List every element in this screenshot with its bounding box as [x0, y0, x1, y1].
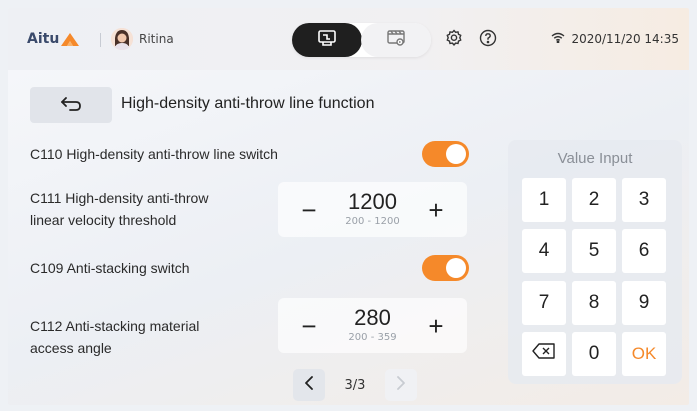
help-icon — [479, 29, 497, 51]
help-button[interactable] — [478, 29, 498, 51]
setting-label-c110: C110 High-density anti-throw line switch — [30, 146, 278, 162]
page-title: High-density anti-throw line function — [121, 95, 375, 112]
setting-label-c112-line2: access angle — [30, 340, 112, 356]
setting-label-c111-line1: C111 High-density anti-throw — [30, 190, 209, 206]
sewing-mode-icon — [317, 29, 337, 51]
stepper-value[interactable]: 1200 — [328, 189, 417, 215]
setting-label-c112-line1: C112 Anti-stacking material — [30, 318, 200, 334]
sewing-mode-button[interactable] — [292, 23, 362, 57]
stepper-value[interactable]: 280 — [328, 305, 417, 331]
decrement-button[interactable]: − — [293, 194, 325, 226]
datetime-text: 2020/11/20 14:35 — [571, 32, 679, 46]
user-name[interactable]: Ritina — [139, 32, 174, 46]
video-mode-icon — [386, 29, 406, 51]
key-8[interactable]: 8 — [572, 281, 616, 325]
stepper-range: 200 - 359 — [348, 332, 397, 343]
key-0[interactable]: 0 — [572, 332, 616, 376]
next-page-button[interactable] — [385, 369, 417, 401]
increment-button[interactable]: + — [420, 310, 452, 342]
key-2[interactable]: 2 — [572, 178, 616, 222]
key-4[interactable]: 4 — [522, 229, 566, 273]
key-9[interactable]: 9 — [622, 281, 666, 325]
key-7[interactable]: 7 — [522, 281, 566, 325]
key-backspace[interactable] — [522, 332, 566, 376]
chevron-left-icon — [304, 375, 314, 395]
setting-label-c111-line2: linear velocity threshold — [30, 212, 177, 228]
c110-toggle[interactable] — [422, 141, 469, 167]
avatar[interactable] — [111, 28, 133, 50]
c111-stepper: − 1200 200 - 1200 + — [278, 182, 467, 237]
app-screen: Aitu Ritina 2020/11/20 14:35 High-densit… — [8, 8, 689, 405]
back-button[interactable] — [30, 87, 112, 123]
back-arrow-icon — [60, 96, 82, 115]
c112-stepper: − 280 200 - 359 + — [278, 298, 467, 353]
top-bar: Aitu Ritina 2020/11/20 14:35 — [8, 8, 689, 70]
logo: Aitu — [27, 31, 80, 47]
toggle-knob — [446, 258, 466, 278]
settings-icon — [445, 29, 463, 51]
mode-toggle — [292, 23, 431, 57]
settings-button[interactable] — [444, 29, 464, 51]
chevron-right-icon — [396, 375, 406, 395]
key-3[interactable]: 3 — [622, 178, 666, 222]
key-6[interactable]: 6 — [622, 229, 666, 273]
key-5[interactable]: 5 — [572, 229, 616, 273]
increment-button[interactable]: + — [420, 194, 452, 226]
key-1[interactable]: 1 — [522, 178, 566, 222]
value-input-keypad: Value Input 1 2 3 4 5 6 7 8 9 0 OK — [508, 140, 682, 384]
decrement-button[interactable]: − — [293, 310, 325, 342]
setting-label-c109: C109 Anti-stacking switch — [30, 260, 190, 276]
page-indicator: 3/3 — [344, 377, 366, 393]
status-clock: 2020/11/20 14:35 — [551, 32, 679, 46]
pagination: 3/3 — [293, 369, 417, 401]
prev-page-button[interactable] — [293, 369, 325, 401]
setting-label-c112: C112 Anti-stacking material access angle — [30, 315, 199, 359]
c109-toggle[interactable] — [422, 255, 469, 281]
video-mode-button[interactable] — [361, 23, 431, 57]
setting-label-c111: C111 High-density anti-throw linear velo… — [30, 187, 208, 231]
wifi-icon — [551, 32, 565, 46]
ok-button[interactable]: OK — [622, 332, 666, 376]
divider — [100, 33, 101, 47]
stepper-range: 200 - 1200 — [345, 216, 400, 227]
keypad-title: Value Input — [557, 150, 633, 167]
logo-text: Aitu — [27, 31, 60, 47]
backspace-icon — [532, 343, 556, 365]
toggle-knob — [446, 144, 466, 164]
logo-mark-icon — [61, 32, 80, 46]
